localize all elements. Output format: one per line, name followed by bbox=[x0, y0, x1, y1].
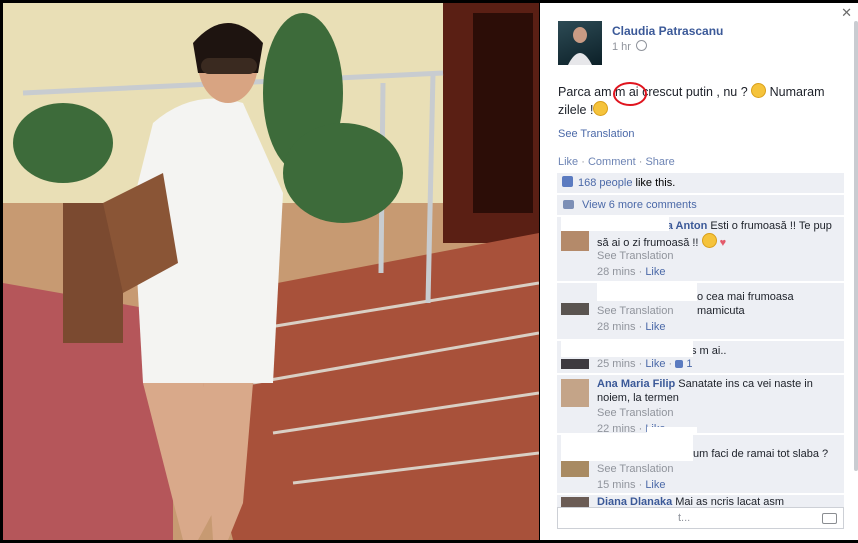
commenter-avatar[interactable] bbox=[561, 379, 589, 407]
comment-meta: 15 mins · Like bbox=[597, 479, 666, 491]
audience-icon bbox=[636, 40, 648, 51]
share-link[interactable]: Share bbox=[645, 156, 674, 168]
author-avatar[interactable] bbox=[558, 21, 602, 65]
comment-like-link[interactable]: Like bbox=[645, 321, 665, 333]
view-more-link[interactable]: View 6 more comments bbox=[582, 199, 697, 211]
commenter-avatar[interactable] bbox=[561, 303, 589, 315]
comment-see-translation[interactable]: See Translation bbox=[597, 463, 673, 475]
comment-time[interactable]: 22 mins bbox=[597, 423, 636, 435]
see-translation-link[interactable]: See Translation bbox=[558, 128, 634, 140]
redaction-box bbox=[561, 341, 693, 357]
comment-like-link[interactable]: Like bbox=[645, 266, 665, 278]
scrollbar[interactable] bbox=[854, 21, 858, 471]
comment-see-translation[interactable]: See Translation bbox=[597, 407, 673, 419]
comment-item: Diana Dlanaka Mai as ncris lacat asm bbox=[557, 495, 844, 507]
comments-bubble-icon bbox=[563, 200, 574, 209]
comment-likes-count[interactable]: 1 bbox=[686, 358, 692, 370]
post-text-highlight: m ai bbox=[614, 85, 639, 99]
redaction-box bbox=[647, 427, 697, 435]
redaction-box bbox=[561, 435, 693, 461]
comment-item: s m ai.. 25 mins · Like · 1 bbox=[557, 341, 844, 373]
comment-time[interactable]: 15 mins bbox=[597, 479, 636, 491]
comment-body: Ana Maria Filip Sanatate ins ca vei nast… bbox=[597, 377, 841, 405]
comment-time[interactable]: 28 mins bbox=[597, 321, 636, 333]
comment-time[interactable]: 25 mins bbox=[597, 358, 636, 370]
thumbs-up-icon bbox=[675, 360, 684, 368]
comment-link[interactable]: Comment bbox=[588, 156, 636, 168]
like-link[interactable]: Like bbox=[558, 156, 578, 168]
comment-like-link[interactable]: Like bbox=[645, 479, 665, 491]
comment-item: o cea mai frumoasa mamicuta See Translat… bbox=[557, 283, 844, 339]
camera-icon[interactable] bbox=[822, 513, 837, 524]
post-panel: ✕ Claudia Patrascanu 1 hr Parca am m ai … bbox=[540, 3, 858, 540]
author-name[interactable]: Claudia Patrascanu bbox=[612, 24, 723, 38]
commenter-name[interactable]: Diana Dlanaka bbox=[597, 496, 672, 507]
comment-meta: 25 mins · Like · 1 bbox=[597, 358, 693, 370]
avatar-figure-icon bbox=[568, 27, 592, 65]
view-more-comments[interactable]: View 6 more comments bbox=[557, 195, 844, 215]
likes-count-link[interactable]: 168 people bbox=[578, 177, 632, 189]
post-actions: Like · Comment · Share bbox=[558, 156, 675, 168]
comment-item: eta Anton Esti o frumoasă !! Te pup să a… bbox=[557, 217, 844, 281]
redaction-box bbox=[597, 283, 697, 301]
separator: · bbox=[578, 156, 588, 168]
comment-meta: 28 mins · Like bbox=[597, 321, 666, 333]
post-photo[interactable] bbox=[3, 3, 539, 540]
post-text-part1: Parca am bbox=[558, 85, 615, 99]
comment-like-link[interactable]: Like bbox=[645, 358, 665, 370]
comment-item: Ana Maria Filip Sanatate ins ca vei nast… bbox=[557, 375, 844, 435]
wink-icon bbox=[593, 101, 609, 116]
comment-see-translation[interactable]: See Translation bbox=[597, 305, 673, 317]
likes-summary: 168 people like this. bbox=[557, 173, 844, 193]
likes-suffix: like this. bbox=[632, 177, 676, 189]
photo-illustration bbox=[3, 3, 539, 540]
smiley-icon bbox=[751, 83, 767, 98]
comment-see-translation[interactable]: See Translation bbox=[597, 250, 673, 262]
post-text-part3: crescut putin , nu ? bbox=[638, 85, 752, 99]
comment-text: Mai as ncris lacat asm bbox=[672, 496, 785, 507]
redaction-box bbox=[560, 508, 678, 528]
close-icon[interactable]: ✕ bbox=[841, 5, 852, 21]
separator: · bbox=[635, 156, 646, 168]
commenter-name[interactable]: Ana Maria Filip bbox=[597, 378, 675, 390]
heart-icon: ♥ bbox=[719, 237, 727, 249]
comment-item: um faci de ramai tot slaba ? See Transla… bbox=[557, 435, 844, 493]
comment-body: Diana Dlanaka Mai as ncris lacat asm bbox=[597, 495, 841, 507]
commenter-avatar[interactable] bbox=[561, 497, 589, 507]
time-text: 1 hr bbox=[612, 41, 631, 53]
comment-time[interactable]: 28 mins bbox=[597, 266, 636, 278]
comment-meta: 28 mins · Like bbox=[597, 266, 666, 278]
redaction-box bbox=[561, 217, 669, 231]
smiley-icon bbox=[701, 233, 717, 248]
commenter-avatar[interactable] bbox=[561, 359, 589, 369]
thumbs-up-icon bbox=[562, 176, 573, 187]
write-comment-placeholder: t... bbox=[678, 512, 691, 524]
post-text: Parca am m ai crescut putin , nu ? Numar… bbox=[558, 83, 838, 119]
post-timestamp[interactable]: 1 hr bbox=[612, 40, 648, 53]
